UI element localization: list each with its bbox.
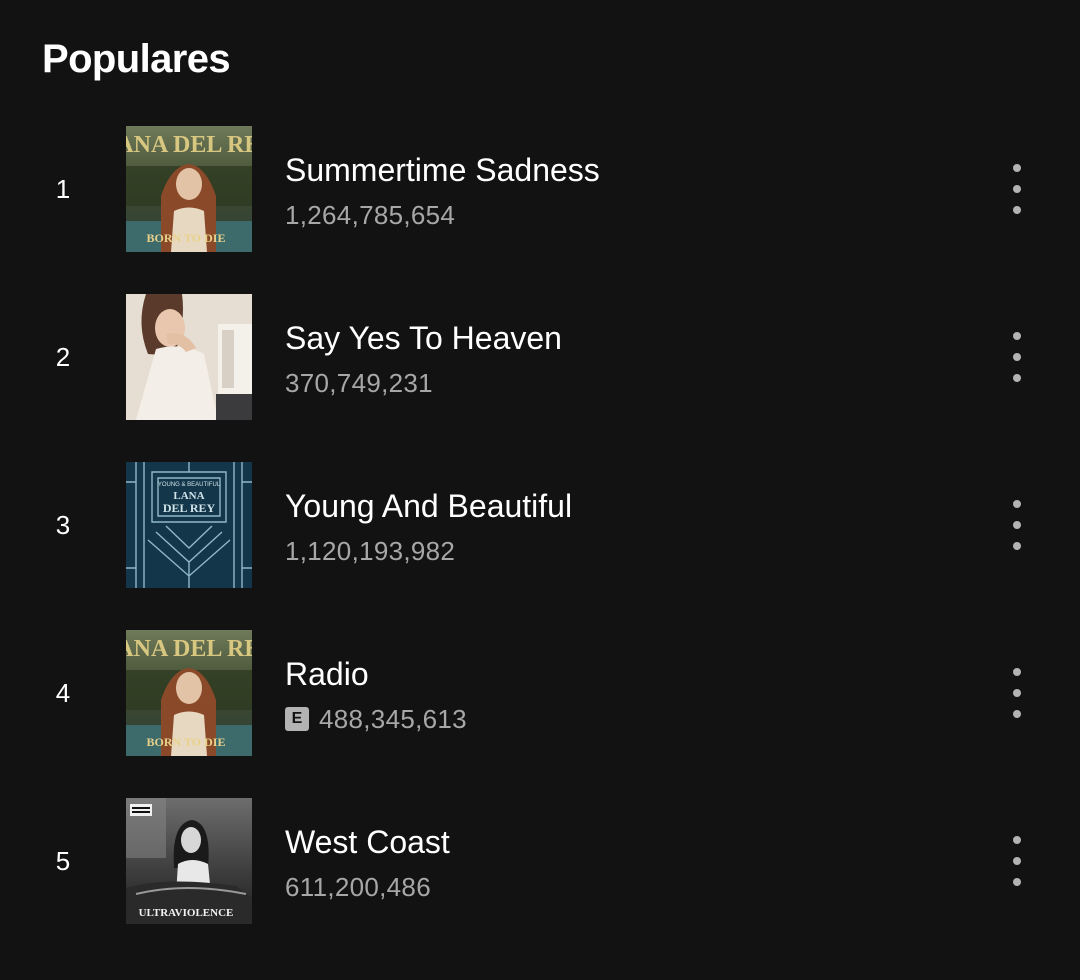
play-count: 611,200,486	[285, 872, 431, 902]
cover-text: LANA DEL REY	[126, 132, 252, 158]
track-rank: 4	[55, 678, 71, 708]
play-count: 1,120,193,982	[285, 536, 456, 566]
cover-text: ULTRAVIOLENCE	[139, 907, 234, 919]
track-row[interactable]: 3 YOUNG & BEAUTIFUL LANA DEL REY Young A…	[0, 462, 1080, 630]
play-count: 488,345,613	[319, 704, 467, 734]
track-rank: 5	[55, 846, 71, 876]
track-title[interactable]: Radio	[285, 656, 369, 692]
cover-text: LANA DEL REY	[126, 636, 252, 662]
track-rank: 1	[55, 174, 71, 204]
track-rank: 2	[55, 342, 71, 372]
track-meta: 611,200,486	[285, 872, 431, 902]
more-vertical-icon	[1013, 836, 1021, 844]
cover-text: YOUNG & BEAUTIFUL	[158, 482, 221, 488]
track-title[interactable]: Young And Beautiful	[285, 488, 572, 524]
cover-text: DEL REY	[163, 501, 216, 515]
album-cover: YOUNG & BEAUTIFUL LANA DEL REY	[126, 462, 252, 588]
more-vertical-icon	[1013, 332, 1021, 340]
cover-text: BORN TO DIE	[147, 231, 226, 245]
album-cover-art: ULTRAVIOLENCE	[126, 798, 252, 924]
more-vertical-icon	[1013, 500, 1021, 508]
album-cover-art	[126, 294, 252, 420]
popular-tracks-list: 1 LANA DEL REY BORN TO DIE	[0, 126, 1080, 966]
more-options-button[interactable]	[1000, 500, 1034, 550]
track-rank: 3	[55, 510, 71, 540]
track-row[interactable]: 1 LANA DEL REY BORN TO DIE	[0, 126, 1080, 294]
cover-text: BORN TO DIE	[147, 735, 226, 749]
track-meta: E 488,345,613	[285, 704, 467, 734]
track-meta: 1,264,785,654	[285, 200, 455, 230]
track-row[interactable]: 2 Say Yes To Heaven 370,749,231	[0, 294, 1080, 462]
album-cover	[126, 294, 252, 420]
album-cover: LANA DEL REY BORN TO DIE	[126, 630, 252, 756]
album-cover-art: LANA DEL REY BORN TO DIE	[126, 126, 252, 252]
play-count: 370,749,231	[285, 368, 433, 398]
track-title[interactable]: Summertime Sadness	[285, 152, 600, 188]
more-options-button[interactable]	[1000, 164, 1034, 214]
track-title[interactable]: West Coast	[285, 824, 450, 860]
album-cover: ULTRAVIOLENCE	[126, 798, 252, 924]
track-meta: 370,749,231	[285, 368, 433, 398]
track-meta: 1,120,193,982	[285, 536, 455, 566]
more-vertical-icon	[1013, 668, 1021, 676]
more-vertical-icon	[1013, 164, 1021, 172]
track-row[interactable]: 5 ULTRAVIOLENCE West Coast 611,200,486	[0, 798, 1080, 966]
section-title: Populares	[42, 37, 231, 81]
track-title[interactable]: Say Yes To Heaven	[285, 320, 562, 356]
album-cover-art: YOUNG & BEAUTIFUL LANA DEL REY	[126, 462, 252, 588]
album-cover: LANA DEL REY BORN TO DIE	[126, 126, 252, 252]
more-options-button[interactable]	[1000, 836, 1034, 886]
album-cover-art: LANA DEL REY BORN TO DIE	[126, 630, 252, 756]
more-options-button[interactable]	[1000, 668, 1034, 718]
more-options-button[interactable]	[1000, 332, 1034, 382]
explicit-badge-icon: E	[285, 707, 309, 731]
play-count: 1,264,785,654	[285, 200, 456, 230]
track-row[interactable]: 4 LANA DEL REY BORN TO DIE	[0, 630, 1080, 798]
